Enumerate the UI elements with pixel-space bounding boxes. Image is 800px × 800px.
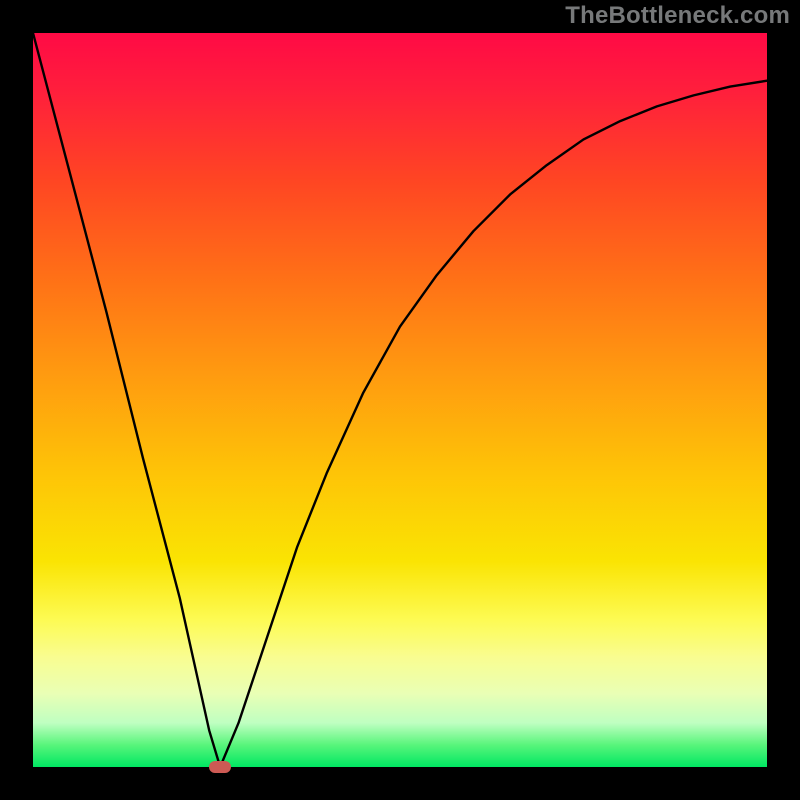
optimal-marker	[209, 761, 231, 773]
curve-svg	[33, 33, 767, 767]
chart-frame: TheBottleneck.com	[0, 0, 800, 800]
bottleneck-curve	[33, 33, 767, 767]
plot-area	[33, 33, 767, 767]
watermark-text: TheBottleneck.com	[565, 2, 790, 30]
